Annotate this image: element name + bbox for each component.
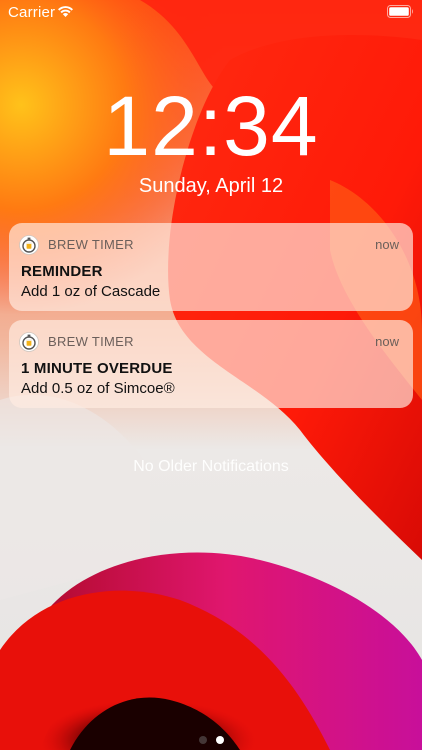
no-older-notifications-label: No Older Notifications	[133, 458, 289, 475]
notification-time: now	[375, 237, 399, 252]
notification-header: BREW TIMER now	[19, 332, 399, 352]
battery-icon	[387, 5, 413, 18]
notification-body: Add 0.5 oz of Simcoe®	[21, 380, 175, 397]
stopwatch-beer-icon	[19, 235, 39, 255]
page-dot[interactable]	[198, 736, 207, 744]
notification-time: now	[375, 334, 399, 349]
status-bar: Carrier	[0, 0, 422, 26]
notification-app-name: BREW TIMER	[48, 237, 134, 252]
stopwatch-beer-icon	[19, 332, 39, 352]
page-indicator[interactable]	[0, 736, 422, 744]
page-dot-active[interactable]	[215, 736, 224, 744]
wifi-icon	[58, 6, 73, 17]
notification-title: REMINDER	[21, 263, 103, 280]
notification-card[interactable]: BREW TIMER now 1 MINUTE OVERDUE Add 0.5 …	[9, 320, 413, 408]
lock-screen-time: 12:34	[103, 79, 319, 173]
notification-header: BREW TIMER now	[19, 235, 399, 255]
lock-screen-date: Sunday, April 12	[138, 175, 284, 197]
carrier-label: Carrier	[8, 4, 56, 21]
notification-title: 1 MINUTE OVERDUE	[21, 360, 173, 377]
notification-body: Add 1 oz of Cascade	[21, 283, 161, 300]
notification-app-name: BREW TIMER	[48, 334, 134, 349]
notification-card[interactable]: BREW TIMER now REMINDER Add 1 oz of Casc…	[9, 223, 413, 311]
